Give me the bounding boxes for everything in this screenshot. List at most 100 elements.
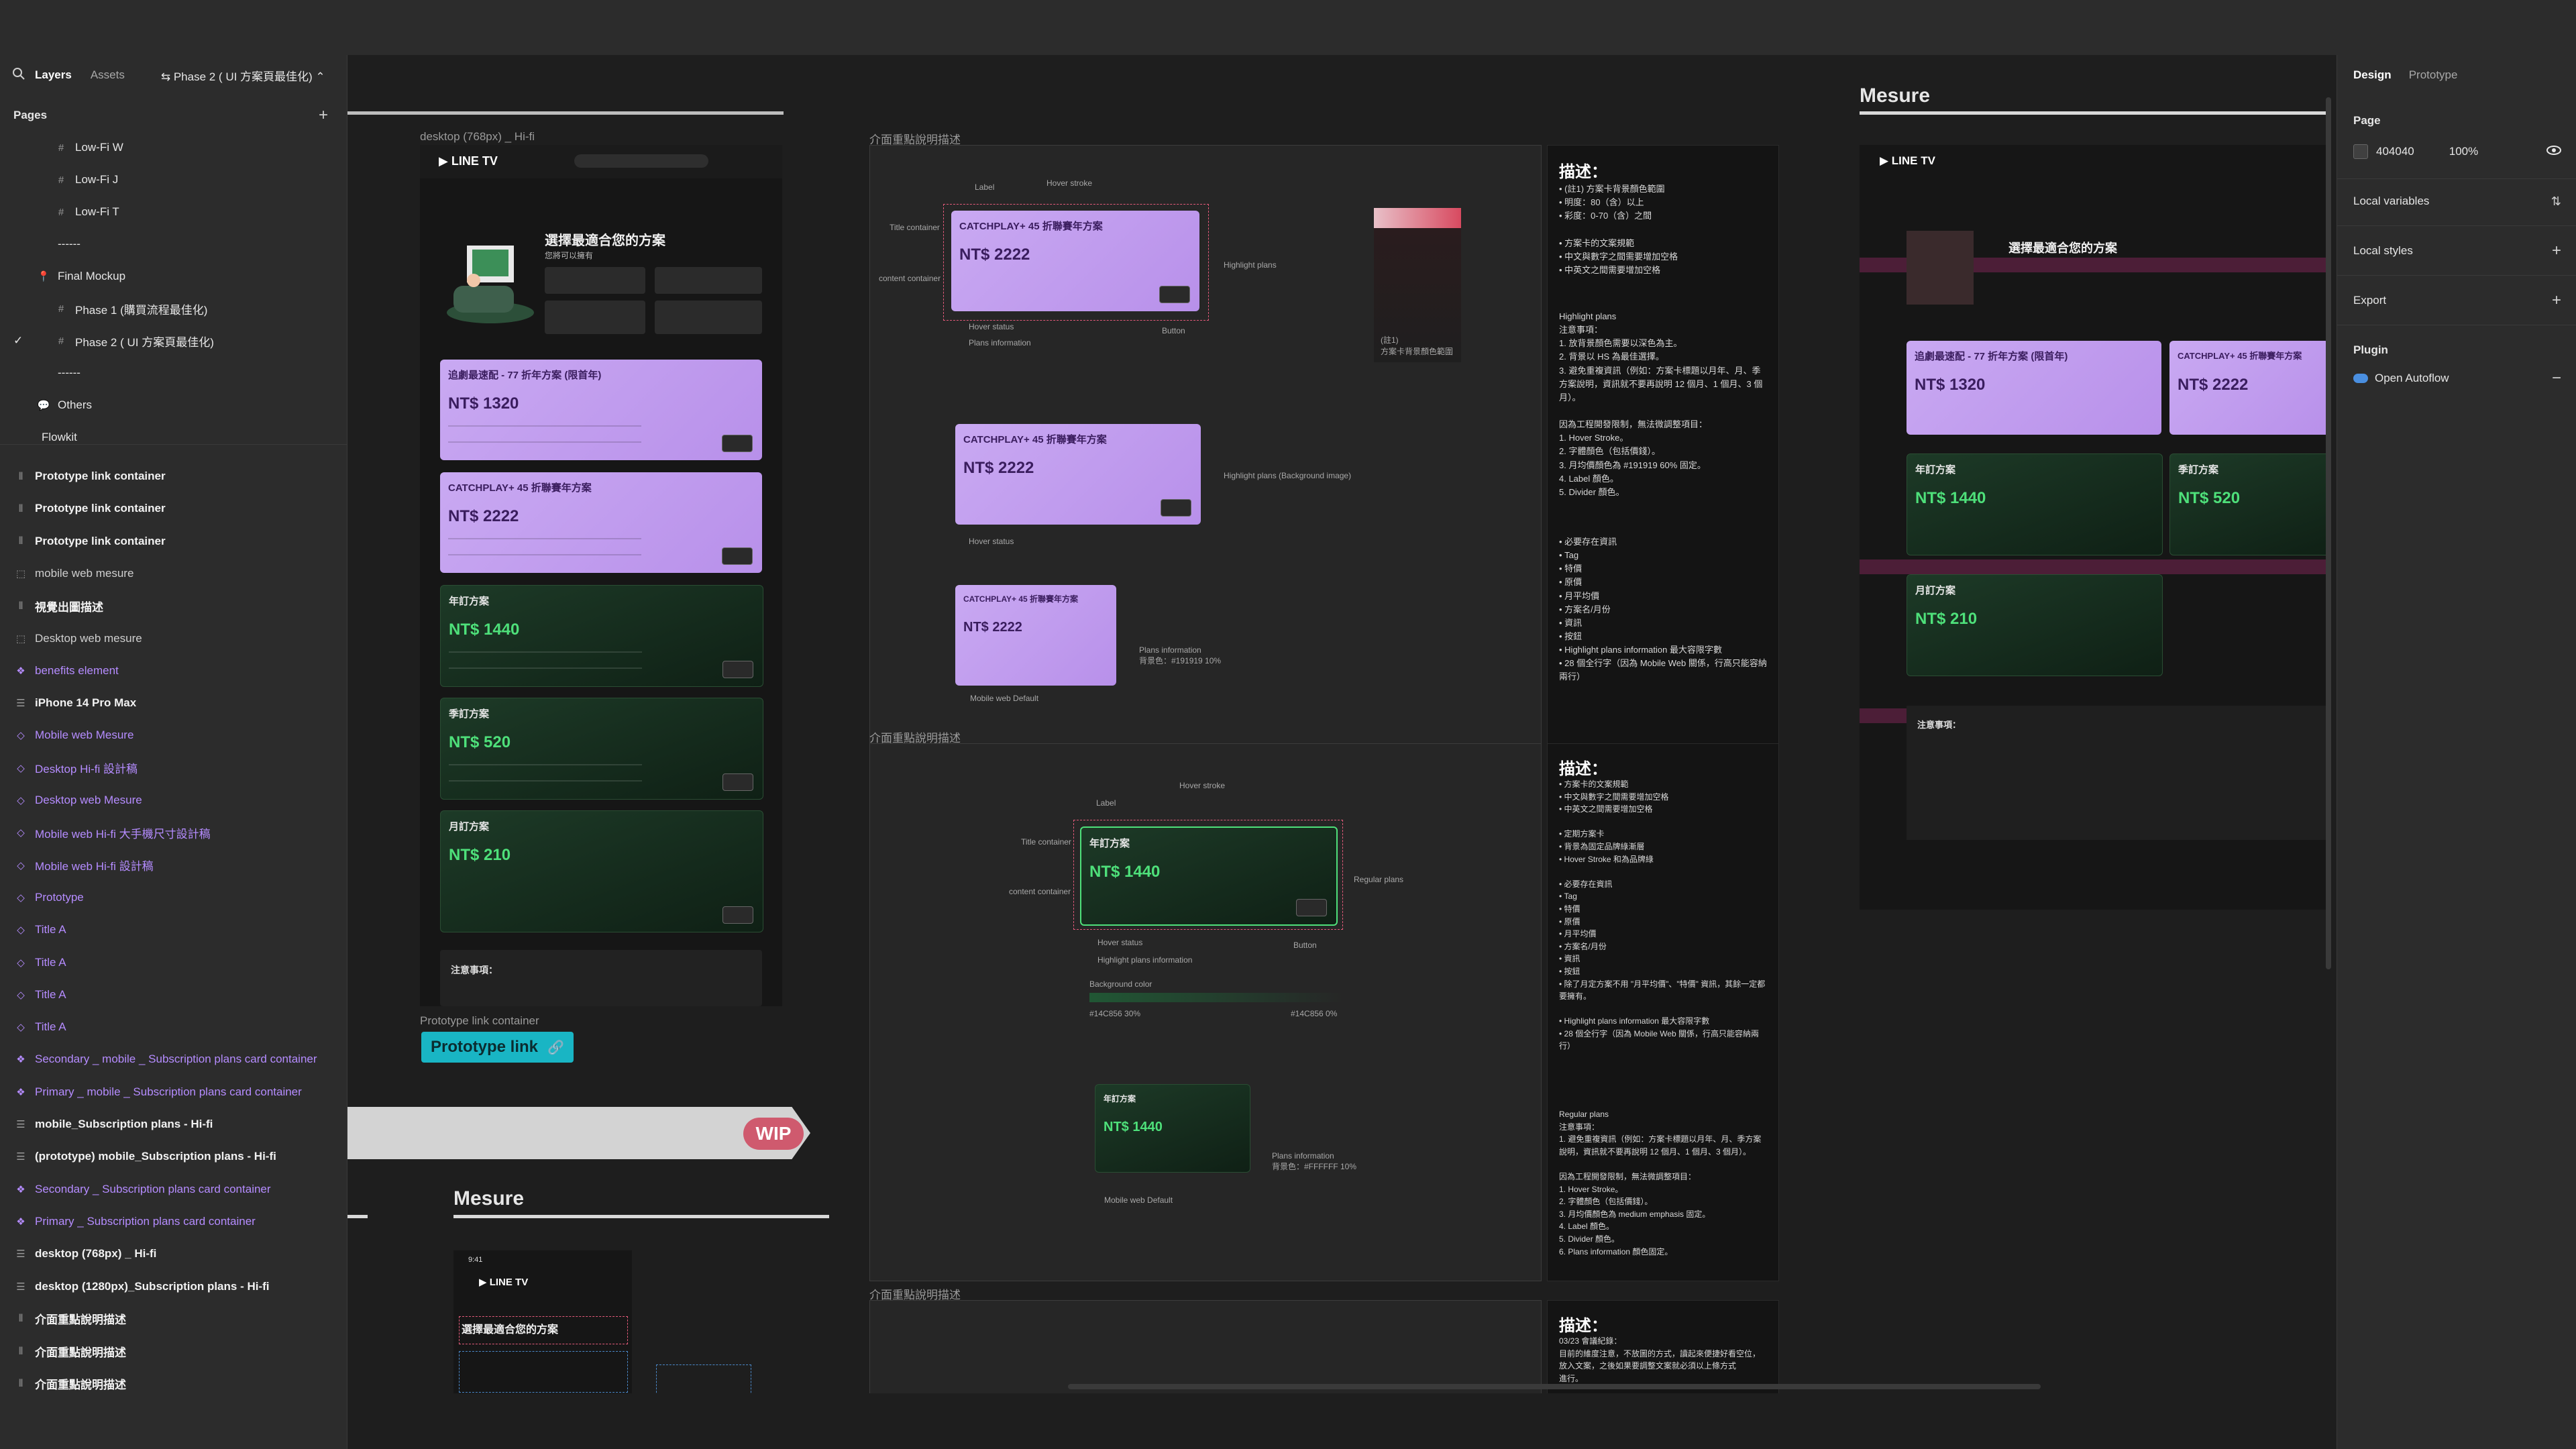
prototype-link[interactable]: Prototype link 🔗 [421, 1032, 574, 1063]
local-variables-row[interactable]: Local variables ⇅ [2353, 188, 2561, 215]
layer-item[interactable]: ◇ Desktop Hi-fi 設計稿 [0, 752, 347, 784]
layer-item[interactable]: ◇ Title A [0, 1011, 347, 1043]
page-item[interactable]: ------ [0, 228, 347, 260]
layer-item[interactable]: ◇ Mobile web Mesure [0, 719, 347, 751]
page-item[interactable]: Flowkit [0, 421, 347, 453]
layer-item[interactable]: ❖ Secondary _ mobile _ Subscription plans… [0, 1043, 347, 1075]
annotated-card-bg-image[interactable]: CATCHPLAY+ 45 折聯賽年方案 NT$ 2222 [955, 424, 1201, 525]
add-page-icon[interactable]: + [319, 106, 328, 125]
page-item[interactable]: ------ [0, 357, 347, 389]
page-item[interactable]: ✓ # Phase 2 ( UI 方案頁最佳化) [0, 325, 347, 357]
page-color-row[interactable]: 404040 100% [2353, 138, 2561, 165]
subscribe-button[interactable] [722, 773, 753, 791]
color-swatch[interactable] [2353, 144, 2368, 159]
layer-item[interactable]: ◇ Title A [0, 947, 347, 979]
eye-icon[interactable] [2546, 145, 2561, 159]
plan-card[interactable]: 年訂方案 NT$ 1440 [1907, 453, 2163, 555]
layer-item[interactable]: ◇ Prototype [0, 881, 347, 914]
benefit-tile [545, 301, 645, 334]
layer-item[interactable]: ❖ Primary _ mobile _ Subscription plans c… [0, 1076, 347, 1108]
plan-card[interactable]: 年訂方案 NT$ 1440 [440, 585, 763, 687]
logo[interactable]: ▶ LINE TV [439, 154, 498, 168]
sliders-icon[interactable]: ⇅ [2551, 195, 2561, 209]
plan-card[interactable]: 季訂方案 NT$ 520 [2169, 453, 2330, 555]
layer-item[interactable]: ☰ desktop (1280px)_Subscription plans - H… [0, 1271, 347, 1303]
tab-layers[interactable]: Layers [25, 68, 81, 82]
layer-item-label: Mobile web Hi-fi 設計稿 [35, 860, 154, 873]
subscribe-button[interactable] [722, 661, 753, 678]
page-item[interactable]: # Low-Fi J [0, 164, 347, 196]
desktop-768-frame[interactable]: ▶ LINE TV 選擇最適合您的方案 您將可以擁有 追劇最速配 - 77 折年… [420, 145, 782, 1006]
page-item[interactable]: 📍 Final Mockup [0, 260, 347, 292]
layer-item-label: Desktop web Mesure [35, 794, 142, 806]
page-item[interactable]: 💬 Others [0, 389, 347, 421]
subscribe-button[interactable] [722, 547, 753, 565]
layer-item[interactable]: ⬚ mobile web mesure [0, 557, 347, 590]
page-item[interactable]: # Phase 1 (購買流程最佳化) [0, 292, 347, 325]
plan-card[interactable]: CATCHPLAY+ 45 折聯賽年方案 NT$ 2222 [440, 472, 762, 573]
layer-item[interactable]: ⬚ Desktop web mesure [0, 623, 347, 655]
remove-plugin-icon[interactable]: − [2552, 369, 2561, 388]
plan-title: 年訂方案 [1104, 1094, 1136, 1104]
mobile-mesure-frame[interactable]: 9:41 ▶ LINE TV 選擇最適合您的方案 [453, 1250, 632, 1393]
column-icon: ⦀ [18, 600, 23, 612]
annotated-mobile-card[interactable]: 年訂方案 NT$ 1440 [1095, 1084, 1250, 1173]
layer-item[interactable]: ☰ iPhone 14 Pro Max [0, 687, 347, 719]
tab-assets[interactable]: Assets [81, 68, 134, 82]
layer-item[interactable]: ◇ Title A [0, 979, 347, 1011]
plan-card[interactable]: 月訂方案 NT$ 210 [440, 810, 763, 932]
page-item[interactable]: # Low-Fi W [0, 131, 347, 164]
plan-card[interactable]: 月訂方案 NT$ 210 [1907, 574, 2163, 676]
layer-item-label: Primary _ Subscription plans card contai… [35, 1214, 256, 1228]
subscribe-button[interactable] [1161, 499, 1191, 517]
layer-item[interactable]: ❖ Primary _ Subscription plans card conta… [0, 1205, 347, 1238]
plan-card[interactable]: 追劇最速配 - 77 折年方案 (限首年) NT$ 1320 [440, 360, 762, 460]
plan-title: CATCHPLAY+ 45 折聯賽年方案 [2178, 351, 2302, 361]
canvas[interactable]: desktop (768px) _ Hi-fi ▶ LINE TV 選擇最適合您… [347, 55, 2336, 1393]
layer-item[interactable]: ◇ Desktop web Mesure [0, 784, 347, 816]
plan-card[interactable]: 追劇最速配 - 77 折年方案 (限首年) NT$ 1320 [1907, 341, 2161, 435]
add-style-icon[interactable]: + [2552, 241, 2561, 260]
plugin-section: Plugin [2353, 337, 2561, 364]
plan-card[interactable]: CATCHPLAY+ 45 折聯賽年方案 NT$ 2222 [2169, 341, 2329, 435]
tab-design[interactable]: Design [2353, 68, 2392, 82]
subscribe-button[interactable] [722, 906, 753, 924]
subscribe-button[interactable] [722, 435, 753, 452]
layer-item[interactable]: ◇ Mobile web Hi-fi 設計稿 [0, 849, 347, 881]
desc-frame-3[interactable] [869, 1300, 1542, 1393]
add-export-icon[interactable]: + [2552, 291, 2561, 310]
plan-card[interactable]: 季訂方案 NT$ 520 [440, 698, 763, 800]
layer-item[interactable]: ☰ mobile_Subscription plans - Hi-fi [0, 1108, 347, 1140]
page-color-value[interactable]: 404040 [2376, 145, 2414, 158]
divider [2337, 275, 2576, 276]
page-switcher[interactable]: ⇆ Phase 2 ( UI 方案頁最佳化) ⌃ [161, 67, 325, 84]
layer-item[interactable]: ☰ (prototype) mobile_Subscription plans -… [0, 1140, 347, 1173]
plugin-row[interactable]: Open Autoflow − [2353, 365, 2561, 392]
tab-prototype[interactable]: Prototype [2409, 68, 2458, 82]
mock-search-bar[interactable] [574, 154, 708, 168]
layer-item[interactable]: ⦀ Prototype link container [0, 525, 347, 557]
export-row[interactable]: Export + [2353, 287, 2561, 314]
measure-outline [656, 1364, 751, 1393]
annotated-card-mobile[interactable]: CATCHPLAY+ 45 折聯賽年方案 NT$ 2222 [955, 585, 1116, 686]
layer-item[interactable]: ⦀ Prototype link container [0, 492, 347, 525]
desc-heading: 描述： [1559, 163, 1607, 181]
layer-item[interactable]: ⦀ Prototype link container [0, 460, 347, 492]
layer-item[interactable]: ⦀ 介面重點說明描述 [0, 1367, 347, 1399]
layer-item[interactable]: ☰ desktop (768px) _ Hi-fi [0, 1238, 347, 1270]
layer-item[interactable]: ⦀ 介面重點說明描述 [0, 1335, 347, 1367]
layer-item[interactable]: ⦀ 介面重點說明描述 [0, 1303, 347, 1335]
anno-plans-info-color: Plans information 背景色：#FFFFFF 10% [1272, 1151, 1357, 1171]
layer-item[interactable]: ❖ benefits element [0, 655, 347, 687]
local-styles-row[interactable]: Local styles + [2353, 237, 2561, 264]
layer-item[interactable]: ❖ Secondary _ Subscription plans card con… [0, 1173, 347, 1205]
layer-item[interactable]: ◇ Title A [0, 914, 347, 946]
page-opacity-value[interactable]: 100% [2449, 145, 2478, 158]
search-icon[interactable] [12, 67, 25, 84]
layer-item[interactable]: ⦀ 視覺出圖描述 [0, 590, 347, 622]
layer-item[interactable]: ◇ Mobile web Hi-fi 大手機尺寸設計稿 [0, 816, 347, 849]
page-item[interactable]: # Low-Fi T [0, 196, 347, 228]
desktop-mesure-frame[interactable]: ▶ LINE TV 選擇最適合您的方案 追劇最速配 - 77 折年方案 (限首年… [1860, 145, 2330, 910]
horizontal-scrollbar[interactable] [1068, 1384, 2041, 1389]
vertical-scrollbar[interactable] [2326, 97, 2331, 969]
